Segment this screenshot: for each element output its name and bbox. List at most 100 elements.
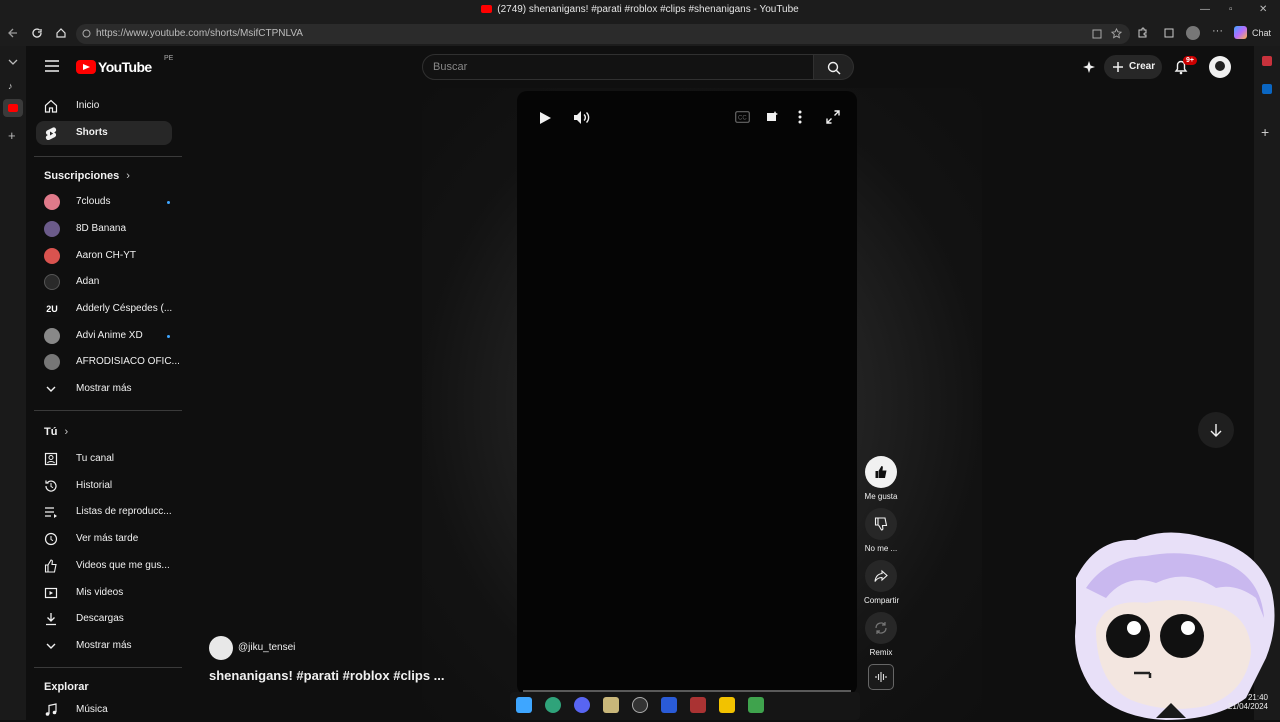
next-short-button[interactable]: [1198, 412, 1234, 448]
chevron-right-icon: ›: [126, 170, 130, 182]
system-clock[interactable]: 21:40 21/04/2024: [1222, 693, 1268, 711]
dislike-button[interactable]: [865, 508, 897, 540]
sidebar-app-icon[interactable]: [1262, 56, 1272, 66]
remix-label: Remix: [869, 648, 893, 657]
create-button[interactable]: Crear: [1104, 55, 1162, 79]
windows-start-icon[interactable]: [516, 697, 532, 713]
share-action[interactable]: Compartir: [864, 560, 899, 605]
subscription-item[interactable]: Adan: [36, 270, 172, 294]
play-icon[interactable]: [538, 111, 552, 125]
history-icon: [45, 480, 57, 492]
browser-toolbar: https://www.youtube.com/shorts/MsifCTPNL…: [0, 22, 1280, 46]
chevron-right-icon: ›: [64, 426, 69, 438]
app-available-icon[interactable]: [1092, 29, 1102, 39]
search-input[interactable]: [423, 55, 783, 79]
captions-icon[interactable]: CC: [735, 111, 750, 123]
tiktok-tab-icon[interactable]: ♪: [8, 81, 18, 91]
you-heading[interactable]: Tú ›: [44, 426, 68, 438]
app-v-icon[interactable]: [748, 697, 764, 713]
minimize-button[interactable]: —: [1200, 4, 1210, 15]
share-button[interactable]: [865, 560, 897, 592]
maximize-button[interactable]: ▫: [1229, 4, 1233, 15]
short-title[interactable]: shenanigans! #parati #roblox #clips ...: [209, 668, 445, 683]
url-text[interactable]: https://www.youtube.com/shorts/MsifCTPNL…: [96, 28, 303, 39]
chevron-down-icon[interactable]: [8, 58, 18, 66]
extensions-icon[interactable]: [1136, 27, 1148, 39]
sparkle-shorts-icon[interactable]: [1082, 60, 1096, 74]
volume-icon[interactable]: [573, 110, 590, 125]
more-options-icon[interactable]: ···: [1212, 25, 1223, 37]
sidebar-item-inicio[interactable]: Inicio: [36, 94, 172, 118]
sidebar-item-historial[interactable]: Historial: [36, 474, 172, 498]
like-action[interactable]: Me gusta: [864, 456, 898, 501]
sidebar-item-descargas[interactable]: Descargas: [36, 607, 172, 631]
search-box[interactable]: [422, 54, 814, 80]
back-icon[interactable]: [7, 27, 19, 39]
site-info-icon[interactable]: [82, 29, 91, 38]
channel-avatar: [44, 221, 60, 237]
subscription-item[interactable]: AFRODISIACO OFIC...: [36, 350, 180, 374]
remix-button[interactable]: [865, 612, 897, 644]
remix-action[interactable]: Remix: [864, 612, 898, 657]
sidebar-item-musica[interactable]: Música: [36, 698, 172, 722]
sidebar-item-label: Historial: [76, 480, 113, 491]
sidebar-item-videos-que-me-gustan[interactable]: Videos que me gus...: [36, 554, 172, 578]
sidebar-item-shorts[interactable]: Shorts: [36, 121, 172, 145]
subscription-item[interactable]: Aaron CH-YT: [36, 244, 172, 268]
channel-name[interactable]: @jiku_tensei: [238, 642, 295, 653]
search-button[interactable]: [814, 54, 854, 80]
sidebar-item-label: Música: [76, 704, 108, 715]
edge-browser-icon[interactable]: [545, 697, 561, 713]
copilot-chat-label[interactable]: Chat: [1252, 28, 1271, 38]
file-explorer-icon[interactable]: [603, 697, 619, 713]
discord-icon[interactable]: [574, 697, 590, 713]
channel-avatar: [44, 354, 60, 370]
new-tab-icon[interactable]: +: [8, 128, 16, 143]
refresh-icon[interactable]: [31, 27, 43, 39]
account-avatar[interactable]: [1209, 56, 1231, 78]
new-content-dot: [167, 335, 170, 338]
remix-sparkle-icon[interactable]: [764, 110, 779, 124]
favorites-collection-icon[interactable]: [1163, 27, 1175, 39]
hamburger-menu-icon[interactable]: [45, 60, 59, 72]
shorts-icon: [45, 127, 57, 140]
profile-avatar-icon[interactable]: [1186, 26, 1200, 40]
youtube-logo[interactable]: YouTube PE: [76, 55, 173, 76]
fullscreen-icon[interactable]: [826, 110, 840, 124]
sidebar-item-label: Shorts: [76, 127, 108, 138]
show-more-you[interactable]: Mostrar más: [36, 634, 172, 658]
channel-avatar[interactable]: [209, 636, 233, 660]
vertical-tab-strip: ♪ +: [0, 46, 26, 720]
favorite-star-icon[interactable]: [1111, 28, 1122, 39]
subscription-item[interactable]: 2U Adderly Céspedes (...: [36, 297, 172, 321]
clock-app-icon[interactable]: [632, 697, 648, 713]
game-icon[interactable]: [690, 697, 706, 713]
outlook-icon[interactable]: [1262, 84, 1272, 94]
sidebar-item-tu-canal[interactable]: Tu canal: [36, 447, 172, 471]
show-more-subscriptions[interactable]: Mostrar más: [36, 377, 172, 401]
sidebar-item-mis-videos[interactable]: Mis videos: [36, 581, 172, 605]
add-sidebar-app-icon[interactable]: +: [1261, 124, 1269, 140]
dislike-action[interactable]: No me ...: [864, 508, 898, 553]
address-bar[interactable]: https://www.youtube.com/shorts/MsifCTPNL…: [76, 24, 1130, 44]
subscription-item[interactable]: 7clouds: [36, 190, 172, 214]
rockstar-icon[interactable]: [719, 697, 735, 713]
sidebar-item-ver-mas-tarde[interactable]: Ver más tarde: [36, 527, 172, 551]
copilot-icon[interactable]: [1234, 26, 1247, 39]
close-window-button[interactable]: ✕: [1259, 4, 1267, 15]
subscriptions-heading[interactable]: Suscripciones ›: [44, 170, 130, 182]
youtube-tab-active[interactable]: [3, 99, 23, 117]
explore-heading-text: Explorar: [44, 681, 89, 693]
shorts-player[interactable]: CC: [517, 91, 857, 695]
thumbs-down-icon: [874, 517, 888, 531]
app-icon[interactable]: [661, 697, 677, 713]
like-button[interactable]: [865, 456, 897, 488]
subscription-item[interactable]: Advi Anime XD: [36, 324, 172, 348]
sound-thumbnail[interactable]: [868, 664, 894, 690]
more-vertical-icon[interactable]: [798, 110, 802, 124]
home-browser-icon[interactable]: [55, 27, 67, 39]
sidebar-item-listas[interactable]: Listas de reproducc...: [36, 500, 172, 524]
window-title: (2749) shenanigans! #parati #roblox #cli…: [0, 4, 1280, 15]
sidebar: Inicio Shorts Suscripciones › 7clouds 8D…: [26, 88, 182, 720]
subscription-item[interactable]: 8D Banana: [36, 217, 172, 241]
